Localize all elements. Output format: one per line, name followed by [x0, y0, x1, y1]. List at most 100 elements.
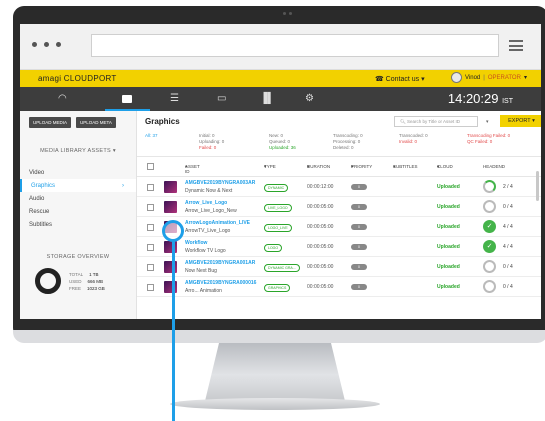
asset-thumbnail[interactable]	[164, 261, 177, 273]
monitor-stand	[205, 343, 345, 401]
main-nav: ◠ ☰ ▭ ▐▌ ⚙ 14:20:29 IST	[20, 87, 541, 111]
table-row[interactable]: AMGBVE2019BYNGRA003AR Dynamic Now & Next D…	[137, 177, 541, 197]
sidebar-item-audio[interactable]: Audio	[20, 192, 136, 205]
main-header: Graphics 🔍︎ Search by Title or Asset ID …	[137, 111, 541, 131]
clock: 14:20:29 IST	[448, 91, 513, 106]
upload-media-button[interactable]: UPLOAD MEDIA	[29, 117, 72, 128]
cloud-status: Uploaded	[437, 184, 460, 190]
summary-all[interactable]: All: 37	[145, 133, 158, 139]
separator: |	[483, 74, 485, 81]
gear-icon[interactable]: ⚙	[305, 93, 314, 104]
column-duration[interactable]: DURATION ▾	[307, 164, 330, 170]
column-type[interactable]: TYPE ▾	[264, 164, 276, 170]
top-bar: amagi CLOUDPORT ☎ Contact us ▾ Vinod | O…	[20, 70, 541, 87]
window-controls[interactable]	[32, 42, 61, 47]
table-row[interactable]: Workflow Workflow TV Logo LOGO 00:00:05:00 0…	[137, 237, 541, 257]
cloud-status: Uploaded	[437, 244, 460, 250]
asset-title: ArrowTV_Live_Logo	[185, 228, 231, 234]
select-all-checkbox[interactable]	[147, 163, 154, 170]
monitor-icon[interactable]: ▭	[217, 93, 226, 104]
row-checkbox[interactable]	[147, 224, 154, 231]
row-checkbox[interactable]	[147, 284, 154, 291]
table-row[interactable]: Arrow_Live_Logo Arrow_Live_Logo_New LIVE_L…	[137, 197, 541, 217]
column-priority[interactable]: PRIORITY ▾	[351, 164, 372, 170]
row-checkbox[interactable]	[147, 204, 154, 211]
export-button[interactable]: EXPORT ▾	[500, 115, 541, 127]
storage-stats: TOTAL 1 TB USED 666 MB FREE 1023 GB	[69, 271, 105, 292]
asset-thumbnail[interactable]	[164, 201, 177, 213]
headend-count: 0 / 4	[503, 264, 513, 270]
asset-id-link[interactable]: Workflow	[185, 240, 207, 246]
summary-transcoded-group: Transcoded: 0 Invalid: 0	[399, 133, 428, 144]
browser-chrome	[20, 24, 541, 70]
storage-free: FREE 1023 GB	[69, 285, 105, 291]
row-checkbox[interactable]	[147, 244, 154, 251]
row-checkbox[interactable]	[147, 264, 154, 271]
priority-badge: 0	[351, 204, 367, 210]
type-badge: LIVE_LOGO	[264, 204, 292, 212]
column-asset-id[interactable]: ASSET ID ▾	[185, 164, 200, 174]
priority-badge: 0	[351, 244, 367, 250]
priority-badge: 0	[351, 284, 367, 290]
asset-id-link[interactable]: AMGBVE2019BYNGRA003AR	[185, 180, 255, 186]
library-selector[interactable]: MEDIA LIBRARY ASSETS ▾	[20, 148, 136, 154]
content-area: UPLOAD MEDIA UPLOAD META MEDIA LIBRARY A…	[20, 111, 541, 319]
table-row[interactable]: AMGBVE2019BYNGRA001AR Now Next Bug DYNAMIC…	[137, 257, 541, 277]
asset-title: Arrow_Live_Logo_New	[185, 208, 237, 214]
callout-marker	[162, 220, 184, 242]
monitor-base	[170, 398, 380, 410]
storage-donut	[35, 268, 61, 294]
webcam-dots	[283, 12, 295, 16]
search-input[interactable]: 🔍︎ Search by Title or Asset ID	[394, 116, 478, 127]
asset-thumbnail[interactable]	[164, 281, 177, 293]
app-screen: amagi CLOUDPORT ☎ Contact us ▾ Vinod | O…	[20, 24, 541, 319]
user-role: OPERATOR	[487, 74, 521, 81]
summary-transcoding-group: Transcoding: 0 Processing: 0 Deleted: 0	[333, 133, 363, 150]
column-cloud[interactable]: CLOUD ▾	[437, 164, 453, 170]
asset-id-link[interactable]: AMGBVE2019BYNGRA001AR	[185, 260, 255, 266]
filter-dropdown-icon[interactable]: ▾	[486, 119, 489, 125]
asset-id-link[interactable]: ArrowLogoAnimation_LIVE	[185, 220, 250, 226]
contact-us-link[interactable]: ☎ Contact us ▾	[375, 75, 425, 83]
duration-value: 00:00:12:00	[307, 184, 334, 190]
column-headend[interactable]: HEADEND	[483, 164, 505, 169]
column-subtitles[interactable]: SUBTITLES ▾	[393, 164, 418, 170]
clock-timezone: IST	[502, 98, 513, 105]
contact-us-label: Contact us	[385, 76, 420, 83]
chevron-down-icon: ▾	[523, 75, 527, 81]
dashboard-gauge-icon[interactable]: ◠	[58, 93, 67, 104]
analytics-icon[interactable]: ▐▌	[260, 93, 274, 104]
asset-thumbnail[interactable]	[164, 181, 177, 193]
upload-meta-button[interactable]: UPLOAD META	[76, 117, 116, 128]
media-library-icon[interactable]	[122, 95, 132, 103]
status-summary: All: 37 Initial: 0 Uploading: 0 Failed: …	[137, 131, 541, 157]
callout-line	[172, 241, 175, 421]
asset-id-link[interactable]: AMGBVE2019BYNGRA000016	[185, 280, 256, 286]
asset-id-link[interactable]: Arrow_Live_Logo	[185, 200, 227, 206]
clock-time: 14:20:29	[447, 91, 499, 106]
user-name: Vinod	[465, 74, 481, 81]
sidebar-item-graphics[interactable]: Graphics ›	[20, 179, 136, 192]
cloud-status: Uploaded	[437, 224, 460, 230]
table-row[interactable]: AMGBVE2019BYNGRA000016 Arro... Animation G…	[137, 277, 541, 297]
row-checkbox[interactable]	[147, 184, 154, 191]
table-header: ASSET ID ▾ TYPE ▾ DURATION ▾ PRIORITY ▾ …	[137, 157, 541, 177]
scrollbar[interactable]	[536, 171, 539, 201]
table-row[interactable]: ArrowLogoAnimation_LIVE ArrowTV_Live_Logo…	[137, 217, 541, 237]
asset-title: Now Next Bug	[185, 268, 217, 274]
sidebar-item-rescue[interactable]: Rescue	[20, 205, 136, 218]
address-bar[interactable]	[91, 34, 499, 57]
sidebar-item-video[interactable]: Video	[20, 166, 136, 179]
priority-badge: 0	[351, 224, 367, 230]
headend-count: 0 / 4	[503, 284, 513, 290]
summary-initial-group: Initial: 0 Uploading: 0 Failed: 0	[199, 133, 225, 150]
user-menu[interactable]: Vinod | OPERATOR ▾	[451, 72, 527, 83]
list-icon[interactable]: ☰	[170, 93, 179, 104]
sidebar-item-subtitles[interactable]: Subtitles	[20, 218, 136, 231]
progress-ring-icon	[483, 200, 496, 213]
storage-overview: TOTAL 1 TB USED 666 MB FREE 1023 GB	[20, 260, 136, 302]
hamburger-menu-icon[interactable]	[509, 40, 523, 51]
asset-thumbnail[interactable]	[164, 241, 177, 253]
headend-count: 4 / 4	[503, 224, 513, 230]
library-label: MEDIA LIBRARY ASSETS	[40, 148, 112, 154]
